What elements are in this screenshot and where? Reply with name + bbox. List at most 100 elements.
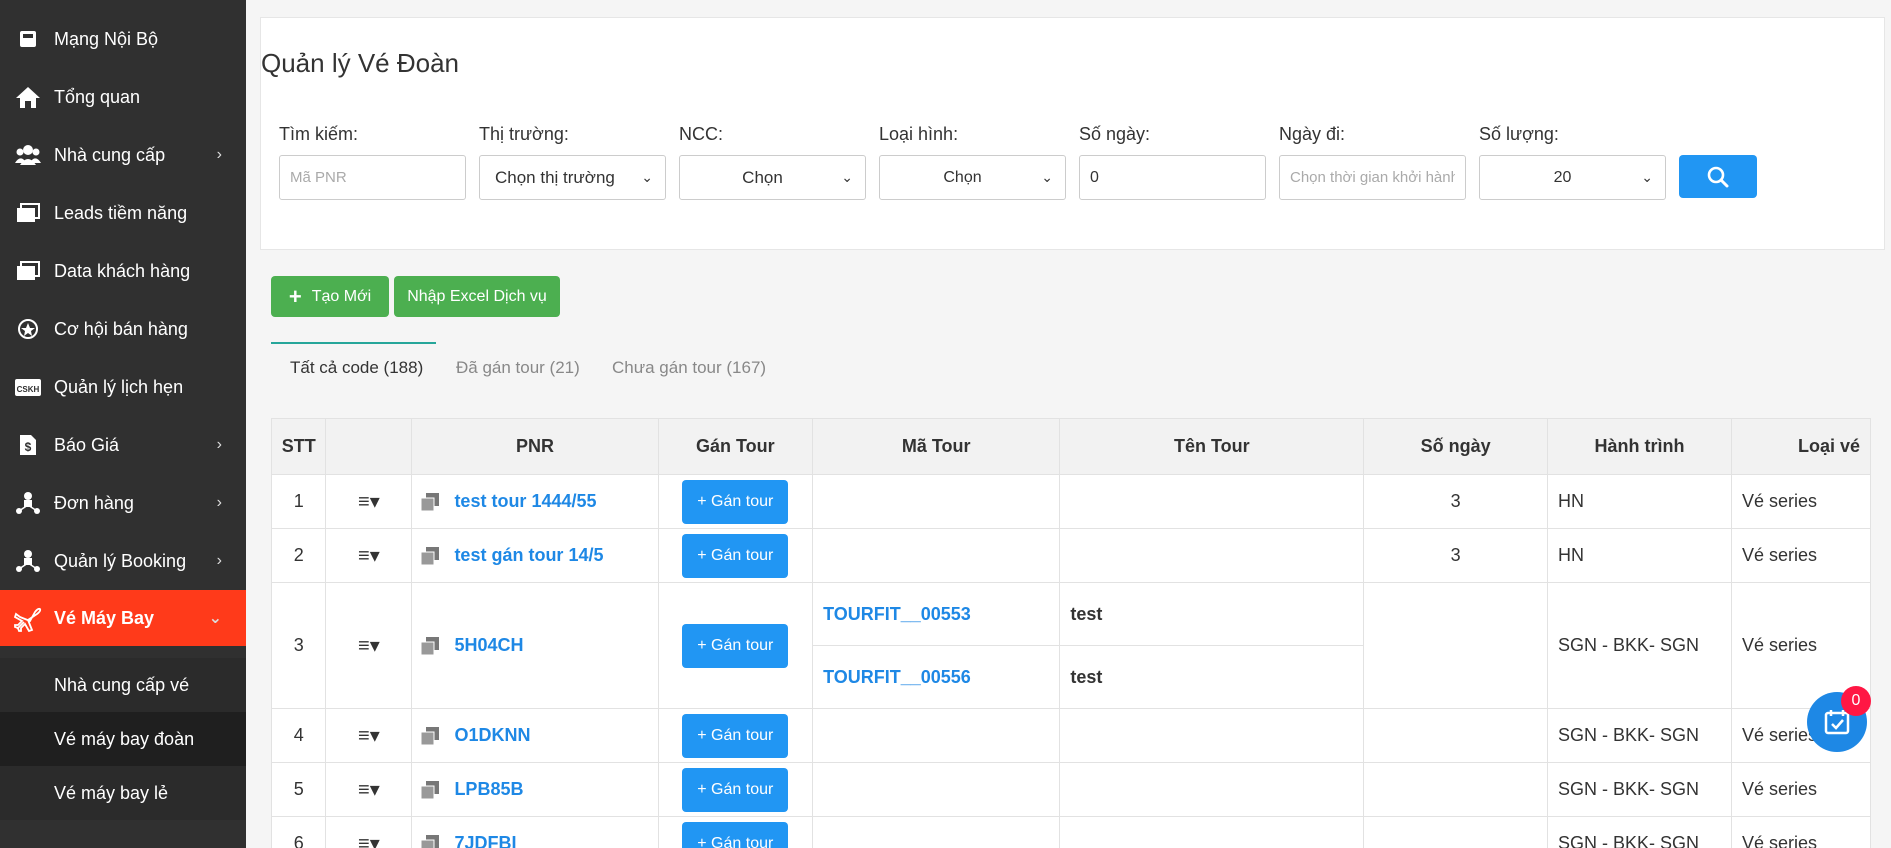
sidebar-item-label: Vé Máy Bay — [54, 607, 155, 628]
row-route: HN — [1547, 474, 1733, 529]
sidebar-sub-label: Vé máy bay đoàn — [54, 728, 195, 749]
menu-icon: ≡▾ — [358, 635, 380, 657]
date-input[interactable]: Chọn thời gian khởi hành — [1279, 155, 1466, 200]
assign-tour-button[interactable]: + Gán tour — [682, 713, 789, 758]
main-content: Quản lý Vé Đoàn Tìm kiếm: Mã PNR Thị trư… — [246, 0, 1891, 848]
row-tour-name — [1059, 816, 1365, 848]
sidebar-item-label: Quản lý Booking — [54, 550, 187, 571]
col-menu — [325, 418, 413, 475]
sidebar-item-overview[interactable]: Tổng quan — [0, 68, 246, 126]
copy-icon[interactable] — [420, 726, 442, 745]
table-row: 1 ≡▾ test tour 1444/55 + Gán tour 3 HN V… — [271, 474, 1871, 529]
copy-icon[interactable] — [420, 546, 442, 565]
row-stt: 3 — [271, 582, 327, 709]
col-tour-code: Mã Tour — [812, 418, 1061, 475]
svg-text:CSKH: CSKH — [17, 385, 40, 394]
sidebar-item-label: Đơn hàng — [54, 492, 134, 513]
row-ticket-type: Vé series — [1731, 816, 1871, 848]
sidebar-item-label: Báo Giá — [54, 434, 120, 455]
import-excel-button[interactable]: Nhập Excel Dịch vụ — [394, 276, 560, 317]
sidebar-item-flights[interactable]: Vé Máy Bay ⌄ — [0, 590, 246, 646]
sidebar-sub-single-tickets[interactable]: Vé máy bay lẻ — [0, 766, 246, 820]
row-tour-code — [812, 528, 1061, 583]
search-input[interactable]: Mã PNR — [279, 155, 466, 200]
assign-tour-button[interactable]: + Gán tour — [682, 821, 789, 848]
row-tour-code — [812, 708, 1061, 763]
row-menu-button[interactable]: ≡▾ — [325, 474, 413, 529]
pnr-link[interactable]: 5H04CH — [454, 635, 523, 656]
row-menu-button[interactable]: ≡▾ — [325, 582, 413, 709]
row-route: HN — [1547, 528, 1733, 583]
pnr-link[interactable]: test gán tour 14/5 — [454, 545, 603, 566]
network-icon — [14, 489, 42, 517]
row-tour-name: test — [1059, 582, 1365, 646]
assign-tour-button[interactable]: + Gán tour — [682, 623, 789, 668]
cskh-icon: CSKH — [14, 373, 42, 401]
tab-assigned[interactable]: Đã gán tour (21) — [456, 344, 580, 392]
row-menu-button[interactable]: ≡▾ — [325, 708, 413, 763]
sidebar-item-sales-opportunity[interactable]: Cơ hội bán hàng — [0, 300, 246, 358]
ncc-select[interactable]: Chọn ⌄ — [679, 155, 866, 200]
sidebar-item-orders[interactable]: Đơn hàng › — [0, 474, 246, 532]
assign-tour-button[interactable]: + Gán tour — [682, 767, 789, 812]
row-days — [1363, 762, 1549, 817]
copy-icon[interactable] — [420, 492, 442, 511]
sidebar-item-quotes[interactable]: $ Báo Giá › — [0, 416, 246, 474]
sidebar-item-booking[interactable]: Quản lý Booking › — [0, 532, 246, 590]
col-pnr: PNR — [411, 418, 659, 475]
row-days — [1363, 582, 1549, 709]
notifications-button[interactable]: 0 — [1807, 686, 1871, 752]
pnr-link[interactable]: test tour 1444/55 — [454, 491, 596, 512]
row-menu-button[interactable]: ≡▾ — [325, 816, 413, 848]
sidebar-item-customer-data[interactable]: Data khách hàng — [0, 242, 246, 300]
sidebar-item-leads[interactable]: Leads tiềm năng — [0, 184, 246, 242]
market-select[interactable]: Chọn thị trường ⌄ — [479, 155, 666, 200]
tour-code-link[interactable]: TOURFIT__00556 — [823, 667, 971, 687]
type-select[interactable]: Chọn ⌄ — [879, 155, 1066, 200]
table-header: STT PNR Gán Tour Mã Tour Tên Tour Số ngà… — [271, 418, 1871, 475]
pnr-link[interactable]: 7JDFBI — [454, 833, 516, 848]
create-button[interactable]: + Tạo Mới — [271, 276, 389, 317]
days-input[interactable]: 0 — [1079, 155, 1266, 200]
col-ticket-type: Loại vé — [1731, 418, 1871, 475]
menu-icon: ≡▾ — [358, 833, 380, 848]
menu-icon: ≡▾ — [358, 779, 380, 801]
row-tour-code — [812, 762, 1061, 817]
sidebar: Mạng Nội Bộ Tổng quan Nhà cung cấp › Lea… — [0, 0, 246, 848]
tab-all-codes[interactable]: Tất cả code (188) — [290, 344, 423, 392]
sidebar-sub-ticket-suppliers[interactable]: Nhà cung cấp vé — [0, 658, 246, 712]
market-label: Thị trường: — [479, 124, 569, 144]
copy-icon[interactable] — [420, 834, 442, 848]
qty-select[interactable]: 20 ⌄ — [1479, 155, 1666, 200]
copy-icon[interactable] — [420, 636, 442, 655]
pnr-link[interactable]: O1DKNN — [454, 725, 530, 746]
pnr-link[interactable]: LPB85B — [454, 779, 523, 800]
assign-tour-button[interactable]: + Gán tour — [682, 479, 789, 524]
copy-icon[interactable] — [420, 780, 442, 799]
sidebar-item-intranet[interactable]: Mạng Nội Bộ — [0, 10, 246, 68]
sidebar-item-suppliers[interactable]: Nhà cung cấp › — [0, 126, 246, 184]
home-icon — [14, 83, 42, 111]
row-pnr: O1DKNN — [411, 708, 659, 763]
tab-unassigned[interactable]: Chưa gán tour (167) — [612, 344, 766, 392]
row-route: SGN - BKK- SGN — [1547, 708, 1733, 763]
chevron-down-icon: ⌄ — [1041, 169, 1053, 185]
row-menu-button[interactable]: ≡▾ — [325, 528, 413, 583]
row-tour-code — [812, 474, 1061, 529]
chevron-down-icon: ⌄ — [841, 169, 853, 185]
sidebar-sub-group-tickets[interactable]: Vé máy bay đoàn — [0, 712, 246, 766]
opportunity-icon — [14, 315, 42, 343]
tour-code-link[interactable]: TOURFIT__00553 — [823, 604, 971, 624]
row-days — [1363, 708, 1549, 763]
row-pnr: test gán tour 14/5 — [411, 528, 659, 583]
chevron-right-icon: › — [216, 146, 222, 163]
search-button[interactable] — [1679, 155, 1757, 198]
row-days: 3 — [1363, 474, 1549, 529]
type-label: Loại hình: — [879, 124, 959, 144]
assign-tour-button[interactable]: + Gán tour — [682, 533, 789, 578]
row-ticket-type: Vé series — [1731, 474, 1871, 529]
sidebar-item-appointments[interactable]: CSKH Quản lý lịch hẹn — [0, 358, 246, 416]
row-menu-button[interactable]: ≡▾ — [325, 762, 413, 817]
sidebar-item-label: Tổng quan — [54, 86, 141, 107]
tickets-table: STT PNR Gán Tour Mã Tour Tên Tour Số ngà… — [271, 418, 1871, 848]
